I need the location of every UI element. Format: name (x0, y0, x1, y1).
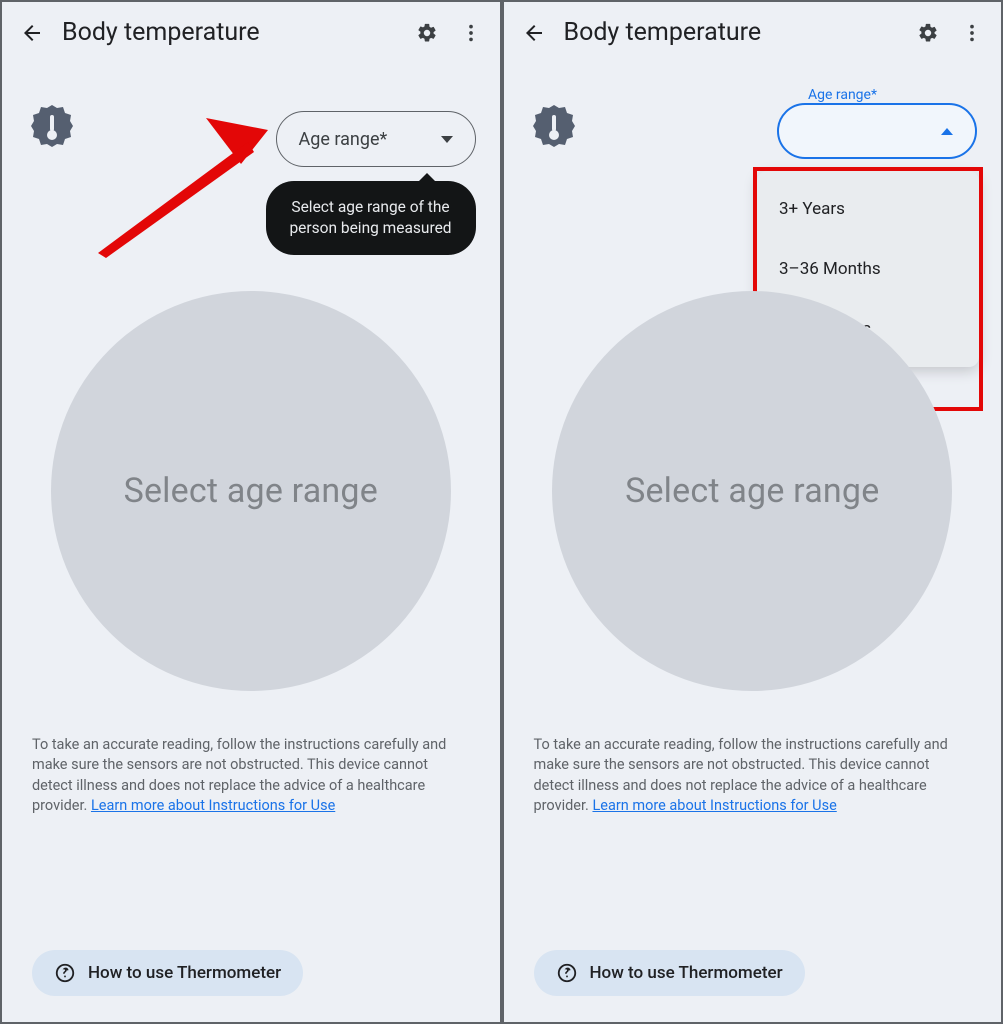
more-vert-icon[interactable] (961, 22, 983, 44)
annotation-arrow-icon (98, 118, 268, 258)
howto-label: How to use Thermometer (590, 963, 783, 983)
dropdown-caret-icon (441, 136, 453, 143)
page-title: Body temperature (564, 18, 900, 47)
instructions-link[interactable]: Learn more about Instructions for Use (91, 797, 335, 814)
circle-placeholder: Select age range (124, 471, 378, 511)
more-vert-icon[interactable] (460, 22, 482, 44)
instructions-link[interactable]: Learn more about Instructions for Use (592, 797, 836, 814)
settings-gear-icon[interactable] (416, 22, 438, 44)
age-range-label: Age range* (299, 129, 388, 150)
settings-gear-icon[interactable] (917, 22, 939, 44)
age-range-dropdown[interactable]: Age range* (276, 111, 476, 167)
screenshot-right: Body temperature Age range* 3+ Years 3– (502, 0, 1003, 1024)
circle-placeholder: Select age range (625, 471, 879, 511)
back-arrow-icon[interactable] (522, 21, 546, 45)
instructions-text: To take an accurate reading, follow the … (32, 735, 470, 816)
header-actions (416, 22, 482, 44)
thermometer-badge-icon (28, 103, 76, 151)
age-option-3plus[interactable]: 3+ Years (757, 179, 979, 239)
age-option-3-36[interactable]: 3–36 Months (757, 239, 979, 299)
how-to-use-button[interactable]: How to use Thermometer (32, 950, 303, 996)
page-title: Body temperature (62, 18, 398, 47)
dropdown-caret-up-icon (941, 128, 953, 135)
age-range-dropdown[interactable] (777, 103, 977, 159)
help-circle-icon (556, 962, 578, 984)
instructions-text: To take an accurate reading, follow the … (534, 735, 972, 816)
screenshot-left: Body temperature Age range* Select age r… (0, 0, 502, 1024)
reading-circle: Select age range (51, 291, 451, 691)
tooltip: Select age range of the person being mea… (266, 181, 476, 255)
reading-circle: Select age range (552, 291, 952, 691)
how-to-use-button[interactable]: How to use Thermometer (534, 950, 805, 996)
tooltip-text: Select age range of the person being mea… (289, 198, 451, 237)
age-range-float-label: Age range* (804, 87, 881, 103)
header: Body temperature (504, 2, 1002, 63)
header: Body temperature (2, 2, 500, 63)
help-circle-icon (54, 962, 76, 984)
back-arrow-icon[interactable] (20, 21, 44, 45)
header-actions (917, 22, 983, 44)
thermometer-badge-icon (530, 103, 578, 151)
howto-label: How to use Thermometer (88, 963, 281, 983)
